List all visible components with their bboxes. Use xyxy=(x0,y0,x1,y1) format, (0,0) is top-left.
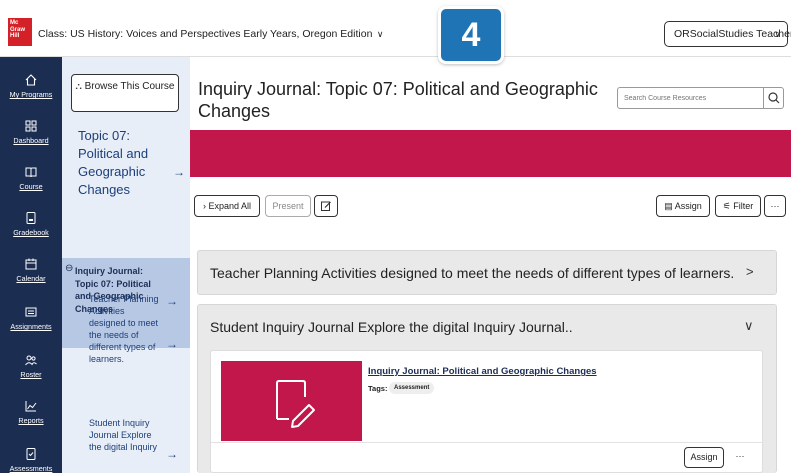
left-nav-rail: My Programs Dashboard Course Gradebook C… xyxy=(0,57,62,473)
assignments-icon xyxy=(25,307,37,317)
search-button[interactable] xyxy=(763,88,783,108)
rail-item-roster[interactable]: Roster xyxy=(0,353,62,379)
home-icon xyxy=(25,74,37,86)
sub-item-teacher-planning[interactable]: Teacher Planning Activities designed to … xyxy=(89,293,159,365)
user-menu-button[interactable]: ORSocialStudies Teacher ∨ xyxy=(664,21,791,47)
assign-button[interactable]: ▤ Assign xyxy=(656,195,710,217)
roster-icon xyxy=(25,355,37,366)
arrow-right-icon[interactable]: → xyxy=(166,447,178,461)
search-box xyxy=(617,87,784,109)
assign-icon: ▤ xyxy=(664,201,673,211)
resource-title-link[interactable]: Inquiry Journal: Political and Geographi… xyxy=(368,366,597,377)
arrow-right-icon: → xyxy=(166,294,178,308)
book-icon xyxy=(25,167,37,178)
rail-item-assessments[interactable]: Assessments xyxy=(0,447,62,473)
more-options-button[interactable]: ··· xyxy=(764,195,786,217)
collapse-circle-icon: ⊖ xyxy=(65,263,74,274)
class-selector[interactable]: Class: US History: Voices and Perspectiv… xyxy=(38,28,384,40)
section-title: Student Inquiry Journal Explore the digi… xyxy=(210,319,573,335)
section-title: Teacher Planning Activities designed to … xyxy=(210,265,735,281)
arrow-right-icon[interactable]: → xyxy=(173,165,185,179)
divider xyxy=(211,442,764,443)
resource-thumbnail[interactable] xyxy=(221,361,362,441)
rail-item-gradebook[interactable]: Gradebook xyxy=(0,211,62,237)
reports-icon xyxy=(25,401,37,412)
rail-item-calendar[interactable]: Calendar xyxy=(0,257,62,283)
course-navigation-panel: ⛬ Browse This Course Topic 07: Political… xyxy=(62,57,190,473)
topic-link[interactable]: Topic 07: Political and Geographic Chang… xyxy=(78,127,168,199)
rail-item-reports[interactable]: Reports xyxy=(0,399,62,425)
filter-icon: ⚟ xyxy=(722,201,731,211)
mcgraw-hill-logo[interactable]: Mc Graw Hill xyxy=(8,18,32,46)
chevron-down-icon: ∨ xyxy=(374,29,384,39)
resource-card: Inquiry Journal: Political and Geographi… xyxy=(210,350,764,473)
arrow-right-icon[interactable]: → xyxy=(166,337,178,351)
gradebook-icon xyxy=(26,212,36,224)
section-teacher-planning[interactable]: Teacher Planning Activities designed to … xyxy=(197,250,777,295)
rail-item-course[interactable]: Course xyxy=(0,165,62,191)
chevron-down-icon: ∨ xyxy=(744,318,754,333)
search-icon xyxy=(768,92,780,104)
filter-button[interactable]: ⚟ Filter xyxy=(715,195,761,217)
assessments-icon xyxy=(26,448,36,460)
step-number-badge: 4 xyxy=(438,6,504,64)
present-button[interactable]: Present xyxy=(265,195,311,217)
rail-item-my-programs[interactable]: My Programs xyxy=(0,73,62,99)
rail-item-assignments[interactable]: Assignments xyxy=(0,305,62,331)
top-bar: Mc Graw Hill Class: US History: Voices and… xyxy=(0,0,791,57)
document-edit-icon xyxy=(276,380,315,428)
tags-label: Tags: xyxy=(368,384,388,393)
card-assign-button[interactable]: Assign xyxy=(684,447,724,468)
edit-icon xyxy=(321,201,331,211)
browse-course-button[interactable]: ⛬ Browse This Course xyxy=(71,74,179,112)
topic-banner xyxy=(190,130,791,177)
sub-item-student-inquiry[interactable]: Student Inquiry Journal Explore the digi… xyxy=(89,417,159,453)
hierarchy-icon: ⛬ xyxy=(75,81,82,91)
assessment-tag: Assessment xyxy=(389,382,435,394)
card-more-button[interactable]: ··· xyxy=(729,447,751,468)
class-title: Class: US History: Voices and Perspectiv… xyxy=(38,28,373,40)
chevron-right-icon: › xyxy=(202,201,206,211)
expand-all-button[interactable]: › Expand All xyxy=(194,195,260,217)
chevron-down-icon: ∨ xyxy=(774,29,781,39)
dashboard-icon xyxy=(25,120,37,132)
search-input[interactable] xyxy=(624,90,754,106)
rail-item-dashboard[interactable]: Dashboard xyxy=(0,119,62,145)
chevron-right-icon: > xyxy=(746,264,754,279)
edit-button[interactable] xyxy=(314,195,338,217)
page-title: Inquiry Journal: Topic 07: Political and… xyxy=(198,79,598,121)
browse-course-label: Browse This Course xyxy=(84,81,175,92)
calendar-icon xyxy=(25,258,37,270)
